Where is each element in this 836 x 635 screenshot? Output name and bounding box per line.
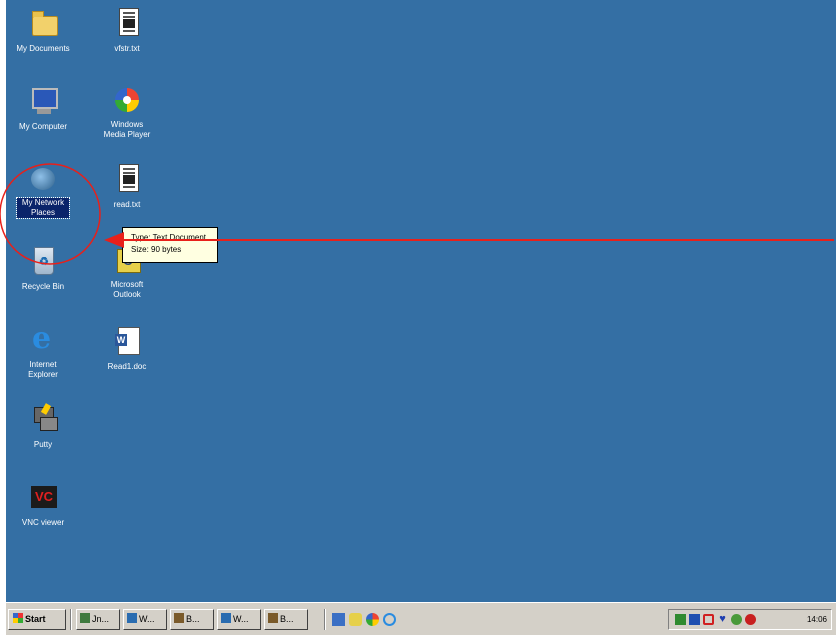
icon-label: My Computer (18, 122, 67, 131)
taskbar-button-label: B... (280, 614, 294, 624)
taskbar-button[interactable]: W... (217, 609, 261, 630)
start-button[interactable]: Start (8, 609, 66, 630)
taskbar-separator (324, 609, 326, 630)
desktop-icon-read1-doc[interactable]: W Read1.doc (90, 326, 164, 374)
taskbar-button-label: W... (233, 614, 249, 624)
media-player-icon (112, 86, 142, 116)
desktop-icon-putty[interactable]: Putty (6, 403, 80, 452)
network-icon (28, 164, 58, 194)
desktop-icon-my-network-places[interactable]: My Network Places (6, 164, 80, 220)
taskbar-button-label: B... (186, 614, 200, 624)
windows-logo-icon (13, 613, 23, 623)
app-icon (174, 613, 184, 623)
desktop-icon-recycle-bin[interactable]: ♻ Recycle Bin (6, 246, 80, 294)
icon-label: Microsoft Outlook (110, 280, 144, 299)
recycle-bin-icon: ♻ (28, 246, 58, 276)
clock[interactable]: 14:06 (807, 610, 827, 629)
icon-label: Read1.doc (107, 362, 147, 371)
media-icon[interactable] (366, 613, 379, 626)
taskbar: Start Jn... W... B... W... B... ♥ 14:06 (6, 602, 836, 635)
tooltip-size: Size: 90 bytes (131, 245, 182, 254)
desktop-icon-my-computer[interactable]: My Computer (6, 86, 80, 134)
app-icon (268, 613, 278, 623)
taskbar-button-label: Jn... (92, 614, 110, 624)
text-file-icon (112, 8, 142, 38)
tooltip-type: Type: Text Document (131, 233, 206, 242)
desktop-icon-vnc-viewer[interactable]: VC VNC viewer (6, 482, 80, 530)
word-doc-icon: W (112, 326, 142, 356)
text-file-icon (112, 164, 142, 194)
icon-label: My Network Places (16, 197, 70, 219)
app-icon (80, 613, 90, 623)
desktop-icon-windows-media-player[interactable]: Windows Media Player (90, 86, 164, 142)
icon-label: Putty (33, 440, 53, 449)
app-icon (221, 613, 231, 623)
ie-icon: e (32, 321, 52, 356)
screen: My Documents vfstr.txt My Computer Windo… (0, 0, 836, 635)
show-desktop-icon[interactable] (332, 613, 345, 626)
icon-label: Internet Explorer (28, 360, 58, 379)
shield-icon[interactable] (703, 614, 714, 625)
icon-label: Windows Media Player (103, 120, 151, 139)
folder-icon (28, 8, 58, 38)
desktop-icon-read-txt[interactable]: read.txt (90, 164, 164, 212)
outlook-icon[interactable] (349, 613, 362, 626)
icon-label: read.txt (113, 200, 141, 209)
taskbar-button[interactable]: B... (170, 609, 214, 630)
icon-label: VNC viewer (21, 518, 65, 527)
start-label: Start (25, 614, 46, 624)
vnc-icon: VC (28, 482, 58, 512)
system-tray: ♥ 14:06 (668, 609, 832, 630)
icon-label: Recycle Bin (21, 282, 65, 291)
file-tooltip: Type: Text Document Size: 90 bytes (122, 227, 218, 263)
app-icon (127, 613, 137, 623)
app-icon[interactable] (689, 614, 700, 625)
network-icon[interactable] (675, 614, 686, 625)
taskbar-button[interactable]: W... (123, 609, 167, 630)
desktop-icon-internet-explorer[interactable]: e Internet Explorer (6, 321, 80, 382)
ie-icon[interactable] (383, 613, 396, 626)
desktop[interactable]: My Documents vfstr.txt My Computer Windo… (6, 0, 836, 602)
computer-icon (28, 86, 58, 116)
icon-label: My Documents (16, 44, 70, 53)
desktop-icon-vfstr-txt[interactable]: vfstr.txt (90, 8, 164, 56)
heart-icon[interactable]: ♥ (717, 614, 728, 625)
stop-icon[interactable] (745, 614, 756, 625)
putty-icon (28, 403, 58, 434)
volume-icon[interactable] (731, 614, 742, 625)
taskbar-button[interactable]: B... (264, 609, 308, 630)
taskbar-button-label: W... (139, 614, 155, 624)
desktop-icon-my-documents[interactable]: My Documents (6, 8, 80, 56)
taskbar-button[interactable]: Jn... (76, 609, 120, 630)
icon-label: vfstr.txt (114, 44, 140, 53)
taskbar-separator (70, 609, 72, 630)
